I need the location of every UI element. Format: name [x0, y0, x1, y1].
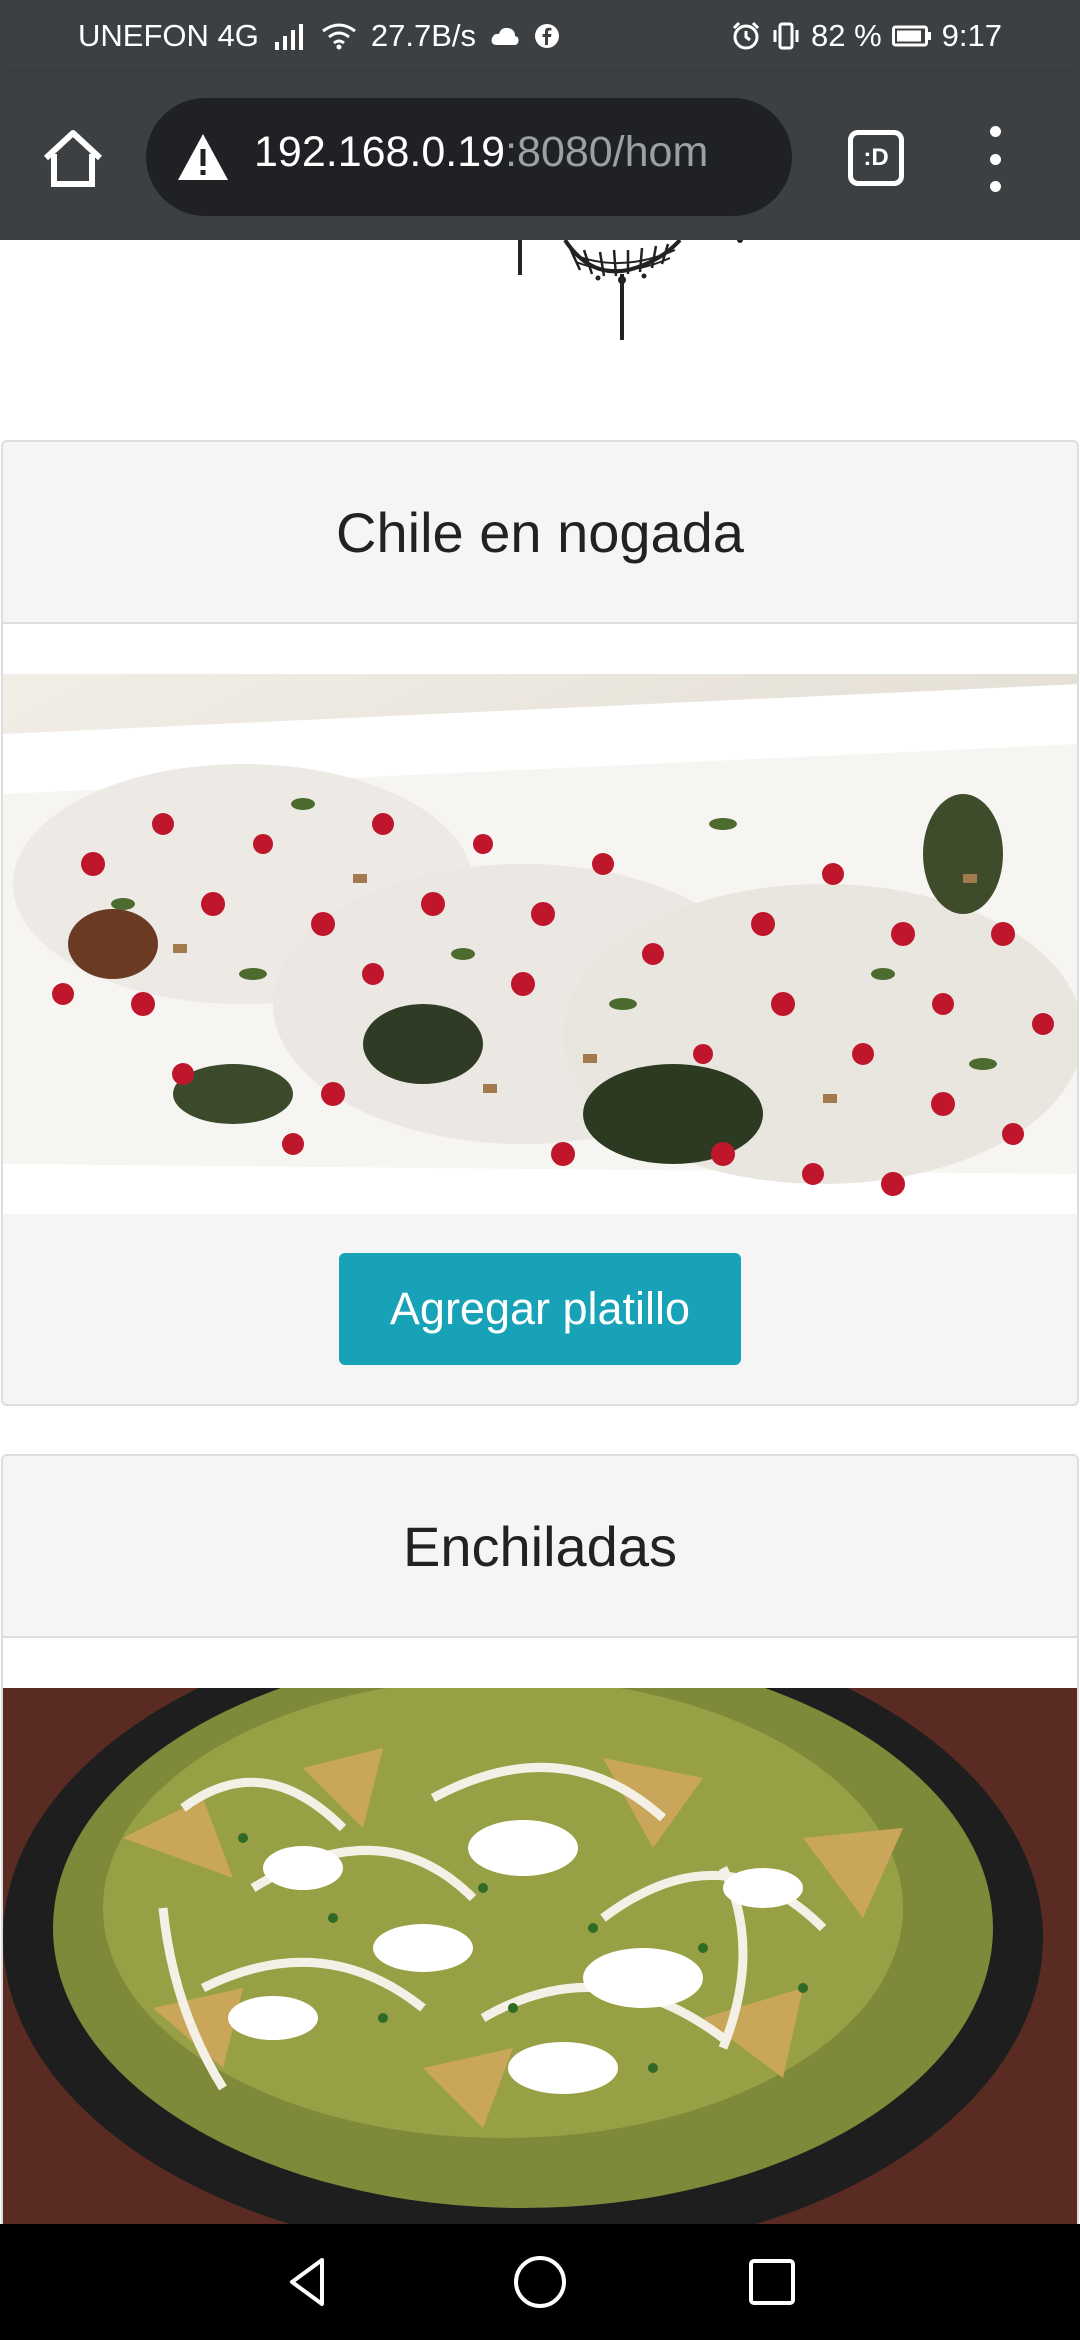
card-footer: Agregar platillo — [3, 1214, 1077, 1404]
clock: 9:17 — [941, 18, 1002, 53]
cloud-icon — [490, 25, 520, 47]
system-nav-bar — [0, 2224, 1080, 2340]
status-bar: UNEFON 4G 27.7B/s 82 % 9:17 — [0, 0, 1080, 72]
card-header: Enchiladas — [3, 1456, 1077, 1638]
dish-title: Enchiladas — [403, 1514, 677, 1578]
url-path: :8080/hom — [505, 128, 709, 176]
card-body — [3, 1638, 1077, 1688]
back-icon[interactable] — [278, 2252, 338, 2312]
alarm-icon — [731, 21, 761, 51]
dish-image — [3, 1688, 1077, 2224]
battery-icon — [891, 24, 932, 48]
recents-icon[interactable] — [742, 2252, 802, 2312]
dish-card: Enchiladas — [1, 1454, 1079, 2224]
browser-toolbar: 192.168.0.19:8080/hom :D — [0, 72, 1080, 240]
battery-percent: 82 % — [810, 18, 882, 53]
home-button[interactable] — [38, 124, 108, 194]
warning-icon[interactable] — [176, 132, 230, 182]
carrier-label: UNEFON 4G — [78, 18, 259, 53]
home-icon — [43, 130, 103, 187]
add-dish-button[interactable]: Agregar platillo — [339, 1253, 741, 1365]
address-bar[interactable]: 192.168.0.19:8080/hom — [146, 98, 792, 216]
network-speed: 27.7B/s — [370, 18, 476, 53]
menu-icon[interactable] — [980, 126, 1010, 192]
url-text[interactable]: 192.168.0.19:8080/hom — [254, 128, 708, 177]
status-left: UNEFON 4G 27.7B/s — [78, 18, 560, 54]
dish-image — [3, 674, 1077, 1214]
status-right: 82 % 9:17 — [731, 18, 1002, 54]
url-host: 192.168.0.19 — [254, 128, 506, 176]
dish-title: Chile en nogada — [336, 500, 744, 564]
card-body — [3, 624, 1077, 674]
tab-switcher-button[interactable]: :D — [848, 130, 904, 186]
vibrate-icon — [771, 21, 801, 51]
dish-card: Chile en nogada Agregar platillo — [1, 440, 1079, 1406]
signal-icon — [273, 22, 307, 50]
home-nav-icon[interactable] — [510, 2252, 570, 2312]
facebook-icon — [534, 23, 560, 49]
card-header: Chile en nogada — [3, 442, 1077, 624]
logo-image — [518, 240, 743, 340]
wifi-icon — [321, 22, 357, 50]
page-content: Chile en nogada Agregar platillo Enchila… — [0, 240, 1080, 2224]
